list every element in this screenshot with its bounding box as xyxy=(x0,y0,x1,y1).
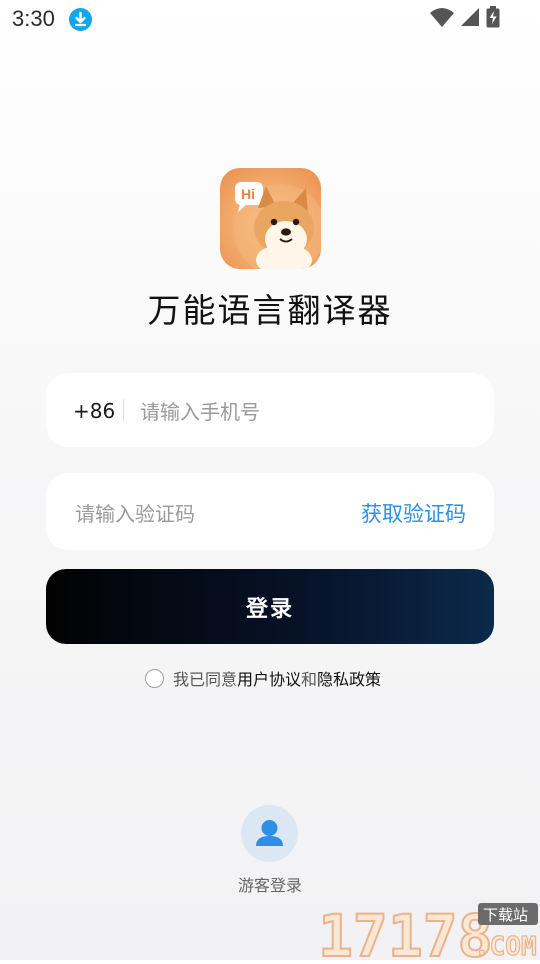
wifi-icon xyxy=(430,7,454,31)
get-code-button[interactable]: 获取验证码 xyxy=(361,498,466,528)
status-time: 3:30 xyxy=(12,6,55,31)
verification-code-field: 获取验证码 xyxy=(46,473,494,550)
agree-and: 和 xyxy=(301,670,318,689)
download-notification-icon xyxy=(69,8,92,31)
guest-login-button[interactable] xyxy=(241,805,298,862)
phone-field: +86 xyxy=(46,373,494,447)
phone-input[interactable] xyxy=(138,395,472,429)
watermark-tag: 下载站 xyxy=(483,906,528,924)
cell-signal-icon xyxy=(460,7,480,31)
login-button[interactable]: 登录 xyxy=(46,569,494,644)
privacy-link[interactable]: 隐私政策 xyxy=(317,666,381,690)
guest-login-label[interactable]: 游客登录 xyxy=(0,872,540,896)
terms-link[interactable]: 用户协议 xyxy=(237,666,301,690)
app-logo: Hi xyxy=(220,168,321,269)
site-watermark: 17178 下载站 .COM xyxy=(317,898,540,964)
watermark-domain: .COM xyxy=(474,932,537,960)
verification-code-input[interactable] xyxy=(73,497,337,531)
agree-checkbox[interactable] xyxy=(145,668,164,688)
status-icons xyxy=(430,6,500,32)
user-icon xyxy=(256,820,283,846)
agree-prefix: 我已同意 xyxy=(173,670,238,689)
agreement-row: 我已同意 用户协议 和 隐私政策 xyxy=(145,666,381,690)
country-code-prefix[interactable]: +86 xyxy=(73,399,115,423)
prefix-divider xyxy=(123,399,124,422)
battery-charging-icon xyxy=(486,6,500,32)
svg-text:Hi: Hi xyxy=(241,186,255,202)
app-title: 万能语言翻译器 xyxy=(147,291,393,330)
status-bar: 3:30 xyxy=(0,0,540,40)
watermark-site: 17178 xyxy=(318,902,493,960)
